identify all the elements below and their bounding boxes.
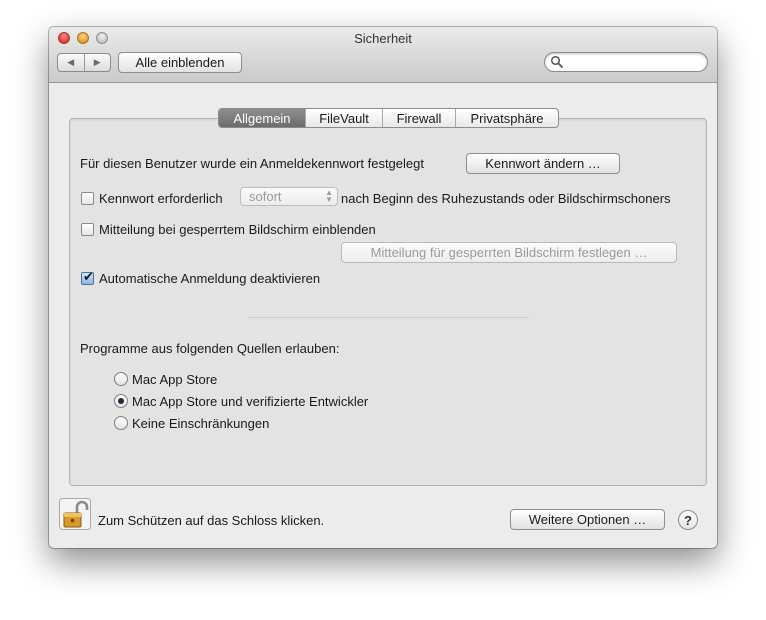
show-all-button[interactable]: Alle einblenden: [118, 52, 242, 73]
radio-identified-developers-label: Mac App Store und verifizierte Entwickle…: [132, 394, 369, 409]
advanced-options-button[interactable]: Weitere Optionen …: [510, 509, 665, 530]
back-arrow-icon[interactable]: ◀: [58, 54, 85, 71]
tab-bar: Allgemein FileVault Firewall Privatsphär…: [218, 108, 559, 128]
require-password-delay-value: sofort: [249, 189, 282, 204]
lock-hint-text: Zum Schützen auf das Schloss klicken.: [98, 513, 325, 528]
allow-apps-heading: Programme aus folgenden Quellen erlauben…: [80, 341, 340, 356]
radio-anywhere-label: Keine Einschränkungen: [132, 416, 270, 431]
tab-filevault[interactable]: FileVault: [306, 109, 383, 127]
require-password-label: Kennwort erforderlich: [99, 191, 223, 206]
password-set-text: Für diesen Benutzer wurde ein Anmeldeken…: [80, 156, 424, 171]
tab-privatsphaere[interactable]: Privatsphäre: [456, 109, 558, 127]
radio-anywhere[interactable]: [114, 416, 128, 430]
forward-arrow-icon[interactable]: ▶: [85, 54, 111, 71]
require-password-delay-popup[interactable]: sofort ▲ ▼: [240, 187, 338, 206]
back-forward-control: ◀ ▶: [57, 53, 111, 72]
radio-identified-developers[interactable]: [114, 394, 128, 408]
tab-allgemein[interactable]: Allgemein: [219, 109, 306, 127]
show-message-checkbox[interactable]: [81, 223, 94, 236]
tab-firewall[interactable]: Firewall: [383, 109, 456, 127]
checkmark-icon: ✔: [83, 269, 94, 284]
open-lock-icon[interactable]: [59, 498, 91, 530]
radio-mac-app-store[interactable]: [114, 372, 128, 386]
search-icon: [550, 55, 563, 68]
window-title: Sicherheit: [354, 31, 412, 46]
set-lock-message-button[interactable]: Mitteilung für gesperrten Bildschirm fes…: [341, 242, 677, 263]
security-preferences-window: Sicherheit ◀ ▶ Alle einblenden Allgemein…: [49, 27, 717, 548]
title-bar: Sicherheit ◀ ▶ Alle einblenden: [49, 27, 717, 83]
help-icon[interactable]: ?: [678, 510, 698, 530]
search-field[interactable]: [544, 52, 708, 72]
require-password-checkbox[interactable]: [81, 192, 94, 205]
radio-mac-app-store-label: Mac App Store: [132, 372, 218, 387]
require-password-suffix: nach Beginn des Ruhezustands oder Bildsc…: [341, 191, 671, 206]
disable-autologin-checkbox[interactable]: ✔: [81, 269, 94, 285]
separator: [248, 317, 529, 318]
show-message-label: Mitteilung bei gesperrtem Bildschirm ein…: [99, 222, 376, 237]
change-password-button[interactable]: Kennwort ändern …: [466, 153, 620, 174]
disable-autologin-label: Automatische Anmeldung deaktivieren: [99, 271, 321, 286]
search-input[interactable]: [565, 54, 701, 70]
popup-arrows-icon: ▲ ▼: [325, 188, 333, 204]
